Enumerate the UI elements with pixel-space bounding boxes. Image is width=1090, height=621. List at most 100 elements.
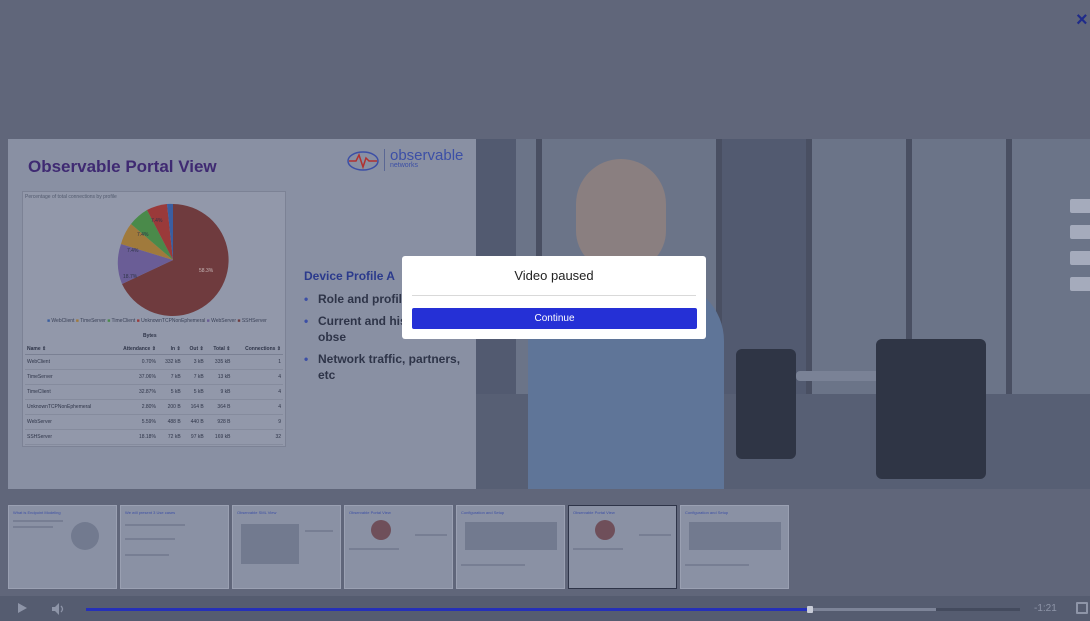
- thumbnail-graphic: [689, 522, 781, 550]
- table-cell: WebClient: [25, 354, 112, 370]
- thumbnail-text-line: [685, 564, 749, 566]
- thumbnail-graphic: [371, 520, 391, 540]
- thumbnail-graphic: [71, 522, 99, 550]
- thumbnail-title: Observable Portal View: [349, 510, 391, 515]
- table-cell: 169 kB: [205, 429, 233, 445]
- seek-bar-buffer: [935, 608, 1020, 611]
- table-cell: WebServer: [25, 414, 112, 430]
- logo-subtitle: networks: [390, 162, 419, 169]
- slide-thumbnail[interactable]: Configuration and Setup: [456, 505, 565, 589]
- table-row: TimeClient 32.87% 5 kB 5 kB 9 kB 4: [25, 384, 283, 400]
- table-cell: 9 kB: [205, 384, 233, 400]
- continue-button[interactable]: Continue: [412, 308, 697, 329]
- table-cell: 13 kB: [205, 369, 233, 385]
- table-cell: TimeServer: [25, 369, 112, 385]
- wave-logo-icon: [347, 151, 379, 171]
- bullet-item: Network traffic, partners, etc: [304, 351, 474, 383]
- slide-thumbnail-strip: What is Endpoint Modeling We will presen…: [8, 505, 1090, 589]
- table-header: Total ⇕: [205, 344, 233, 355]
- thumbnail-title: Observable Portal View: [573, 510, 615, 515]
- seek-bar-progress: [86, 608, 810, 611]
- presenter-head: [576, 159, 666, 271]
- close-icon[interactable]: ×: [1076, 10, 1090, 30]
- thumbnail-text-line: [125, 538, 175, 540]
- pie-label: 18.7%: [123, 274, 138, 280]
- table-cell: 200 B: [157, 399, 183, 415]
- thumbnail-text-line: [305, 530, 333, 532]
- thumbnail-title: We will present 3 Use cases: [125, 510, 176, 515]
- slides-icon[interactable]: [1070, 225, 1090, 239]
- table-cell: 364 B: [205, 399, 233, 415]
- table-header: Attendance ⇕: [111, 344, 158, 355]
- slide-thumbnail[interactable]: We will present 3 Use cases: [120, 505, 229, 589]
- table-row: TimeServer 37.06% 7 kB 7 kB 13 kB 4: [25, 369, 283, 385]
- thumbnail-text-line: [573, 548, 623, 550]
- table-cell: 5.59%: [111, 414, 158, 430]
- table-cell: 488 B: [157, 414, 183, 430]
- device-profile-heading: Device Profile A: [304, 269, 395, 283]
- seek-handle[interactable]: [806, 606, 813, 613]
- back-arrow-icon[interactable]: [1070, 199, 1090, 213]
- play-icon[interactable]: [18, 603, 27, 613]
- seek-bar[interactable]: [86, 606, 1020, 613]
- slide-thumbnail[interactable]: Observable Portal View: [344, 505, 453, 589]
- volume-icon[interactable]: [52, 603, 66, 615]
- table-cell: UnknownTCPNonEphemeral: [25, 399, 112, 415]
- slide-title: Observable Portal View: [28, 157, 217, 176]
- table-cell: 4: [232, 399, 283, 415]
- table-cell: 97 kB: [182, 429, 206, 445]
- pie-label: 7.4%: [151, 218, 163, 224]
- slide-thumbnail-active[interactable]: Observable Portal View: [568, 505, 677, 589]
- pie-legend: ■ WebClient ■ TimeServer ■ TimeClient ■ …: [47, 318, 267, 324]
- dialog-divider: [412, 295, 696, 296]
- profile-table: Name ⇕ Attendance ⇕ In ⇕ Out ⇕ Total ⇕ C…: [25, 344, 283, 445]
- layout-icon[interactable]: [1070, 277, 1090, 291]
- table-cell: 5 kB: [182, 384, 206, 400]
- thumbnail-text-line: [13, 526, 53, 528]
- table-row: SSHServer 18.18% 72 kB 97 kB 169 kB 32: [25, 429, 283, 445]
- table-row: WebClient 0.70% 332 kB 3 kB 335 kB 1: [25, 354, 283, 370]
- player-controls: -1:21: [0, 596, 1090, 621]
- thumbnail-text-line: [639, 534, 671, 536]
- table-cell: 9: [232, 414, 283, 430]
- table-header: In ⇕: [157, 344, 183, 355]
- table-cell: 7 kB: [157, 369, 183, 385]
- table-header: Out ⇕: [182, 344, 206, 355]
- thumbnail-graphic: [241, 524, 299, 564]
- video-player: × Observable Portal View observable netw…: [0, 0, 1090, 621]
- table-body: WebClient 0.70% 332 kB 3 kB 335 kB 1 TimeServe…: [25, 354, 283, 445]
- slide-thumbnail[interactable]: Observable SML View: [232, 505, 341, 589]
- table-cell: 440 B: [182, 414, 206, 430]
- thumbnail-title: What is Endpoint Modeling: [13, 510, 61, 515]
- pause-dialog-title: Video paused: [514, 268, 594, 283]
- logo-divider: [384, 149, 385, 171]
- fullscreen-icon[interactable]: [1076, 602, 1088, 614]
- table-row: WebServer 5.59% 488 B 440 B 928 B9: [25, 414, 283, 430]
- thumbnail-text-line: [13, 520, 63, 522]
- split-view-icon[interactable]: [1070, 251, 1090, 265]
- table-cell: 335 kB: [205, 354, 233, 370]
- thumbnail-text-line: [125, 524, 185, 526]
- thumbnail-title: Configuration and Setup: [461, 510, 505, 515]
- bytes-label: Bytes: [143, 333, 157, 339]
- table-cell: 37.06%: [111, 369, 158, 385]
- table-cell: 332 kB: [157, 354, 183, 370]
- office-chair: [736, 349, 796, 459]
- table-cell: 72 kB: [157, 429, 183, 445]
- table-cell: 1: [232, 354, 283, 370]
- table-cell: 2.80%: [111, 399, 158, 415]
- slide-thumbnail[interactable]: Configuration and Setup: [680, 505, 789, 589]
- slide-thumbnail[interactable]: What is Endpoint Modeling: [8, 505, 117, 589]
- thumbnail-text-line: [125, 554, 169, 556]
- table-cell: SSHServer: [25, 429, 112, 445]
- table-cell: 164 B: [182, 399, 206, 415]
- table-cell: 4: [232, 384, 283, 400]
- table-header: Name ⇕: [25, 344, 112, 355]
- thumbnail-graphic: [595, 520, 615, 540]
- table-cell: 3 kB: [182, 354, 206, 370]
- side-toolbar: [1070, 199, 1090, 303]
- table-header-row: Name ⇕ Attendance ⇕ In ⇕ Out ⇕ Total ⇕ C…: [25, 344, 283, 355]
- thumbnail-title: Observable SML View: [237, 510, 277, 515]
- observable-logo: observable networks: [346, 147, 470, 177]
- table-cell: 5 kB: [157, 384, 183, 400]
